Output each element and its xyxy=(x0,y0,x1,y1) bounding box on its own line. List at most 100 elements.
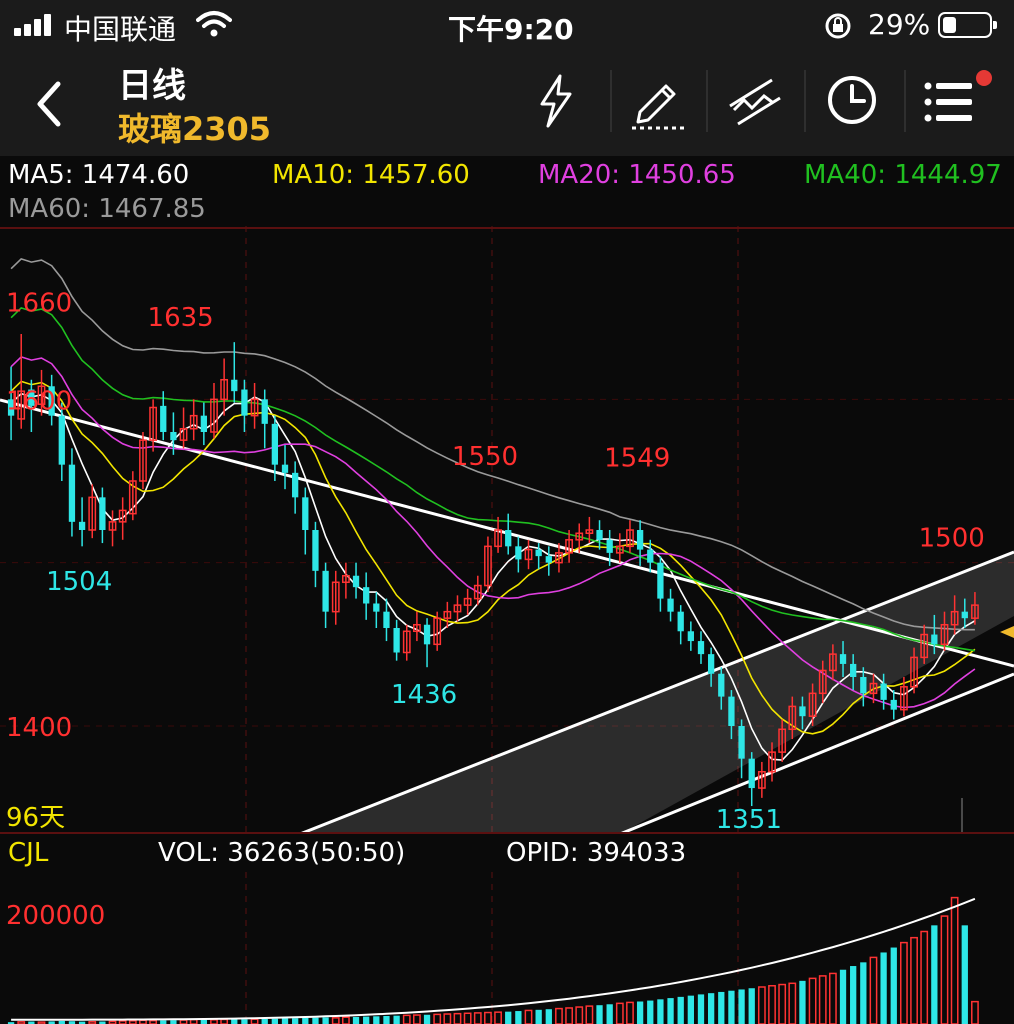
candle-body xyxy=(596,530,603,540)
volume-bar xyxy=(271,1018,279,1024)
volume-bar xyxy=(818,975,827,1024)
indicator-label[interactable]: CJL xyxy=(8,838,48,868)
toolbar-divider xyxy=(804,70,806,132)
trendline-icon[interactable] xyxy=(724,70,784,130)
high-annotation: 1500 xyxy=(919,524,985,554)
rotation-lock-icon xyxy=(825,13,851,39)
price-chart[interactable]: 1660 1600 1400 96天 1635 1504 1550 1436 1549 1351 1… xyxy=(0,226,1014,834)
volume-bar xyxy=(292,1018,299,1024)
flash-icon[interactable] xyxy=(526,70,586,130)
candle-body xyxy=(160,405,167,432)
candle-body xyxy=(231,379,238,392)
volume-bar xyxy=(352,1016,360,1024)
high-annotation: 1549 xyxy=(604,444,670,474)
volume-bar xyxy=(363,1016,370,1024)
volume-bar xyxy=(231,1019,238,1024)
volume-bar xyxy=(383,1015,390,1024)
volume-bar xyxy=(808,977,817,1024)
volume-bar xyxy=(971,1000,979,1024)
low-annotation: 1351 xyxy=(716,805,782,834)
volume-bar xyxy=(160,1020,167,1024)
volume-bar xyxy=(596,1005,603,1024)
ma40-label: MA40: 1444.97 xyxy=(804,160,1002,190)
ma5-label: MA5: 1474.60 xyxy=(8,160,190,190)
candle-body xyxy=(880,683,887,700)
candle-body xyxy=(890,699,897,710)
volume-bar xyxy=(210,1019,218,1024)
volume-bar xyxy=(828,972,837,1024)
candle-body xyxy=(505,530,512,547)
candle-body xyxy=(677,611,684,632)
candle-body xyxy=(707,654,715,674)
volume-bar xyxy=(545,1009,552,1024)
volume-bar xyxy=(880,952,887,1024)
candle-body xyxy=(68,464,76,522)
volume-bar xyxy=(657,999,664,1024)
candle-body xyxy=(352,575,360,588)
volume-bar xyxy=(677,996,684,1024)
volume-bar xyxy=(738,989,745,1024)
candle-body xyxy=(931,634,938,645)
panel-divider xyxy=(0,832,1014,834)
symbol-title: 玻璃2305 xyxy=(118,110,272,148)
volume-bar xyxy=(768,985,776,1024)
status-bar: 中国联通 下午9:20 29% xyxy=(0,0,1014,52)
volume-bar xyxy=(687,995,694,1024)
volume-bar xyxy=(302,1017,309,1024)
clock-time: 下午9:20 xyxy=(448,13,574,46)
signal-icon xyxy=(14,14,51,36)
battery-icon xyxy=(938,12,997,38)
volume-bar xyxy=(850,966,857,1024)
low-annotation: 1436 xyxy=(391,680,457,710)
candle-body xyxy=(738,726,745,759)
volume-bar xyxy=(505,1011,512,1024)
volume-bar xyxy=(860,962,867,1024)
volume-bar xyxy=(757,986,766,1024)
volume-bar xyxy=(890,947,897,1024)
volume-bar xyxy=(423,1014,431,1024)
back-chevron-icon[interactable] xyxy=(32,80,66,128)
volume-bar xyxy=(961,925,968,1024)
ma10-label: MA10: 1457.60 xyxy=(272,160,470,190)
low-annotation: 1504 xyxy=(46,567,112,597)
volume-bar xyxy=(535,1009,542,1024)
candle-body xyxy=(545,556,552,563)
menu-icon[interactable] xyxy=(918,70,978,130)
candle-body xyxy=(423,624,431,645)
candle-body xyxy=(170,432,177,441)
candle-body xyxy=(383,611,390,628)
volume-bar xyxy=(189,1018,198,1024)
volume-bar xyxy=(697,994,705,1024)
candle-body xyxy=(728,696,735,726)
volume-bar xyxy=(170,1020,177,1024)
candle-body xyxy=(535,549,542,557)
volume-bar xyxy=(606,1004,613,1024)
high-annotation: 1550 xyxy=(452,442,518,472)
volume-bar xyxy=(200,1019,207,1024)
volume-bar xyxy=(718,991,725,1024)
volume-bar xyxy=(261,1018,268,1024)
volume-bar xyxy=(473,1012,482,1024)
clock-icon[interactable] xyxy=(822,70,882,130)
candle-body xyxy=(961,611,968,619)
carrier-label: 中国联通 xyxy=(64,13,177,46)
candle-body xyxy=(657,562,664,599)
candle-body xyxy=(292,472,299,498)
candle-body xyxy=(78,521,86,530)
volume-bar xyxy=(250,1018,259,1024)
volume-bar xyxy=(515,1011,522,1024)
opid-label: OPID: 394033 xyxy=(506,838,687,868)
draw-pen-icon[interactable] xyxy=(628,70,688,130)
volume-bar xyxy=(331,1017,340,1024)
volume-bar xyxy=(575,1006,584,1024)
volume-chart[interactable]: 200000 xyxy=(0,872,1014,1024)
price-pointer-icon xyxy=(1000,626,1014,638)
volume-bar xyxy=(322,1017,329,1024)
vol-label: VOL: 36263(50:50) xyxy=(158,838,406,868)
y-axis-label: 1600 xyxy=(6,386,72,416)
candle-body xyxy=(839,654,847,664)
candle-body xyxy=(241,389,248,416)
candle-body xyxy=(363,587,370,604)
volume-bar xyxy=(920,930,929,1024)
candle-body xyxy=(58,415,65,465)
